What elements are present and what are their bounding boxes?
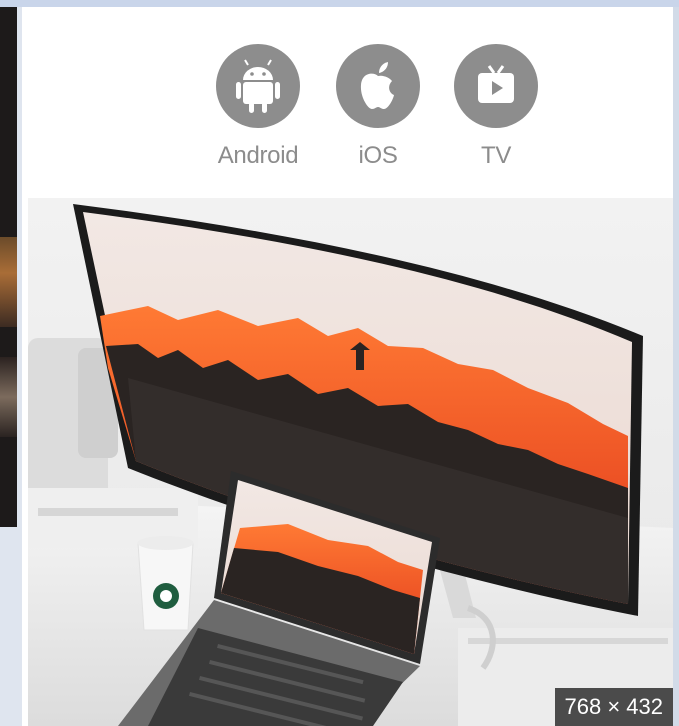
platform-ios[interactable]: iOS bbox=[328, 44, 428, 170]
photo-illustration bbox=[28, 198, 673, 726]
thumbnail-light bbox=[0, 357, 17, 437]
platform-label: Android bbox=[217, 142, 299, 169]
image-preview-card[interactable]: Android iOS TV 768 × 432 bbox=[22, 7, 673, 726]
adjacent-thumbnail[interactable] bbox=[0, 7, 17, 527]
platform-android[interactable]: Android bbox=[208, 44, 308, 170]
thumbnail-light bbox=[0, 237, 17, 327]
scrollbar-track[interactable] bbox=[673, 7, 679, 726]
tv-icon bbox=[454, 44, 538, 128]
platform-tv[interactable]: TV bbox=[446, 44, 546, 170]
browser-top-bar bbox=[0, 0, 679, 7]
platform-label: iOS bbox=[358, 142, 398, 169]
apple-icon bbox=[336, 44, 420, 128]
image-dimensions-badge: 768 × 432 bbox=[554, 688, 673, 726]
monitor-laptop-photo[interactable]: 768 × 432 bbox=[28, 198, 673, 726]
android-icon bbox=[216, 44, 300, 128]
platform-label: TV bbox=[480, 142, 512, 169]
platform-row: Android iOS TV bbox=[208, 44, 568, 184]
